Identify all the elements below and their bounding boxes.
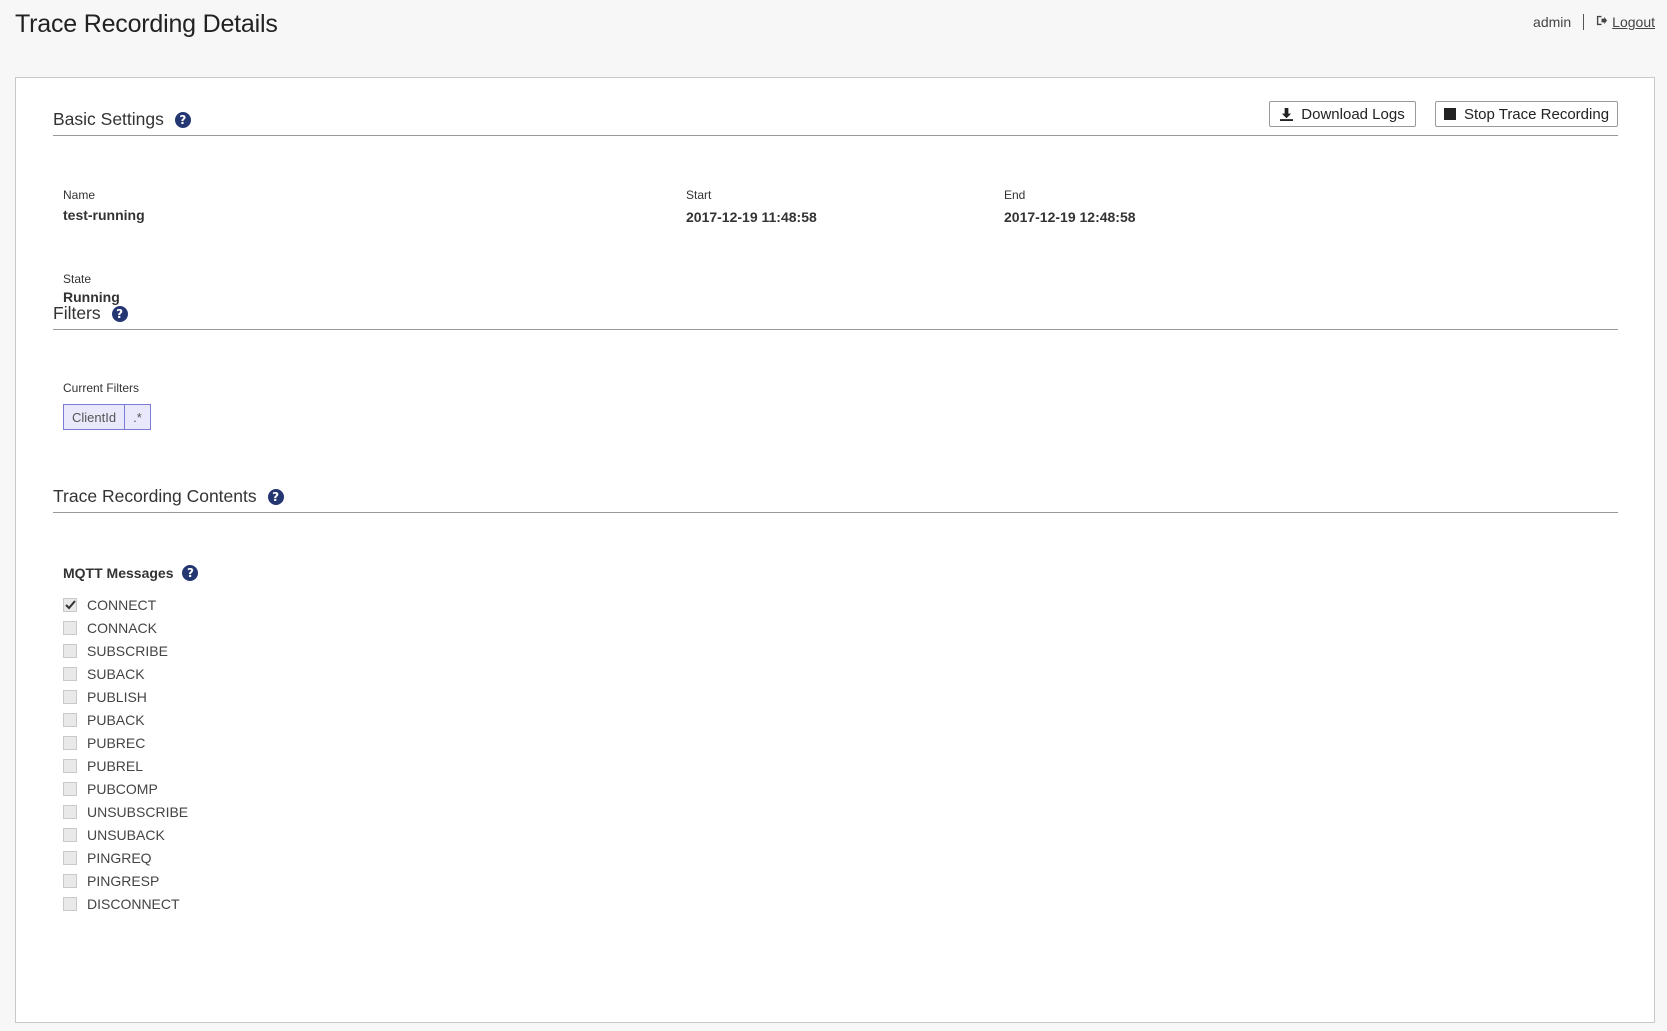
message-item: SUBACK: [63, 662, 188, 685]
current-filters-label: Current Filters: [63, 381, 140, 395]
basic-settings-header: Basic Settings ? Download Logs Stop Trac…: [53, 101, 1618, 136]
message-checkbox[interactable]: [63, 666, 77, 681]
message-checkbox[interactable]: [63, 873, 77, 888]
download-icon: [1280, 107, 1294, 121]
message-checkbox[interactable]: [63, 689, 77, 704]
filters-header: Filters ?: [53, 299, 1618, 330]
message-item: PUBACK: [63, 708, 188, 731]
message-label: UNSUBACK: [87, 826, 165, 843]
message-item: DISCONNECT: [63, 892, 188, 915]
help-icon[interactable]: ?: [182, 565, 199, 581]
logout-link[interactable]: Logout: [1596, 14, 1655, 30]
message-checkbox[interactable]: [63, 620, 77, 635]
start-value: 2017-12-19 11:48:58: [686, 209, 817, 225]
message-checkbox[interactable]: [63, 804, 77, 819]
name-label: Name: [63, 188, 96, 202]
filters-title: Filters ?: [53, 303, 128, 324]
message-label: PINGRESP: [87, 872, 160, 889]
message-checkbox[interactable]: [63, 758, 77, 773]
end-label: End: [1004, 188, 1026, 202]
stop-icon: [1443, 108, 1456, 120]
message-checkbox[interactable]: [63, 850, 77, 865]
message-label: UNSUBSCRIBE: [87, 803, 189, 820]
download-logs-button[interactable]: Download Logs: [1269, 101, 1416, 127]
help-icon[interactable]: ?: [111, 305, 128, 322]
mqtt-message-list: CONNECT CONNACK SUBSCRIBE SUBACK PUBLISH PUBA…: [63, 593, 188, 915]
check-icon: [64, 599, 76, 610]
basic-settings-label: Basic Settings: [53, 109, 164, 129]
filter-value: .*: [133, 409, 142, 425]
message-checkbox[interactable]: [63, 781, 77, 796]
message-item: PUBREL: [63, 754, 188, 777]
help-icon[interactable]: ?: [267, 488, 284, 505]
details-panel: Basic Settings ? Download Logs Stop Trac…: [15, 77, 1655, 1023]
message-item: PINGREQ: [63, 846, 188, 869]
message-label: CONNACK: [87, 619, 158, 636]
message-checkbox[interactable]: [63, 896, 77, 911]
divider: [1583, 14, 1585, 30]
message-label: PUBACK: [87, 711, 145, 728]
message-item: SUBSCRIBE: [63, 639, 188, 662]
message-label: PUBCOMP: [87, 780, 158, 797]
message-checkbox[interactable]: [63, 735, 77, 750]
message-item: CONNECT: [63, 593, 188, 616]
contents-header: Trace Recording Contents ?: [53, 482, 1618, 513]
message-checkbox[interactable]: [63, 827, 77, 842]
message-label: CONNECT: [87, 596, 157, 613]
basic-settings-title: Basic Settings ?: [53, 109, 191, 130]
mqtt-messages-title: MQTT Messages ?: [63, 565, 199, 581]
start-label: Start: [686, 188, 712, 202]
message-label: SUBACK: [87, 665, 145, 682]
message-label: DISCONNECT: [87, 895, 180, 912]
message-item: PINGRESP: [63, 869, 188, 892]
filter-key: ClientId: [64, 405, 126, 429]
mqtt-messages-label: MQTT Messages: [63, 565, 174, 581]
filter-tag[interactable]: ClientId .*: [63, 404, 151, 430]
message-label: SUBSCRIBE: [87, 642, 168, 659]
page-title: Trace Recording Details: [15, 10, 278, 38]
message-item: PUBCOMP: [63, 777, 188, 800]
message-item: PUBLISH: [63, 685, 188, 708]
contents-label: Trace Recording Contents: [53, 486, 257, 506]
message-item: UNSUBSCRIBE: [63, 800, 188, 823]
download-logs-label: Download Logs: [1301, 105, 1405, 123]
message-item: PUBREC: [63, 731, 188, 754]
message-item: CONNACK: [63, 616, 188, 639]
message-label: PINGREQ: [87, 849, 152, 866]
stop-trace-recording-button[interactable]: Stop Trace Recording: [1435, 101, 1618, 127]
message-label: PUBREL: [87, 757, 144, 774]
message-item: UNSUBACK: [63, 823, 188, 846]
stop-trace-recording-label: Stop Trace Recording: [1463, 105, 1610, 123]
logout-icon: [1596, 15, 1608, 29]
message-checkbox[interactable]: [63, 597, 77, 612]
user-bar: admin Logout: [1533, 14, 1655, 30]
filters-label: Filters: [53, 303, 101, 323]
username: admin: [1533, 14, 1572, 30]
message-checkbox[interactable]: [63, 643, 77, 658]
contents-title: Trace Recording Contents ?: [53, 486, 284, 507]
state-label: State: [63, 272, 92, 286]
message-label: PUBREC: [87, 734, 146, 751]
name-value: test-running: [63, 207, 145, 223]
message-label: PUBLISH: [87, 688, 147, 705]
logout-label: Logout: [1612, 14, 1655, 30]
help-icon[interactable]: ?: [174, 111, 191, 128]
message-checkbox[interactable]: [63, 712, 77, 727]
end-value: 2017-12-19 12:48:58: [1004, 209, 1136, 225]
